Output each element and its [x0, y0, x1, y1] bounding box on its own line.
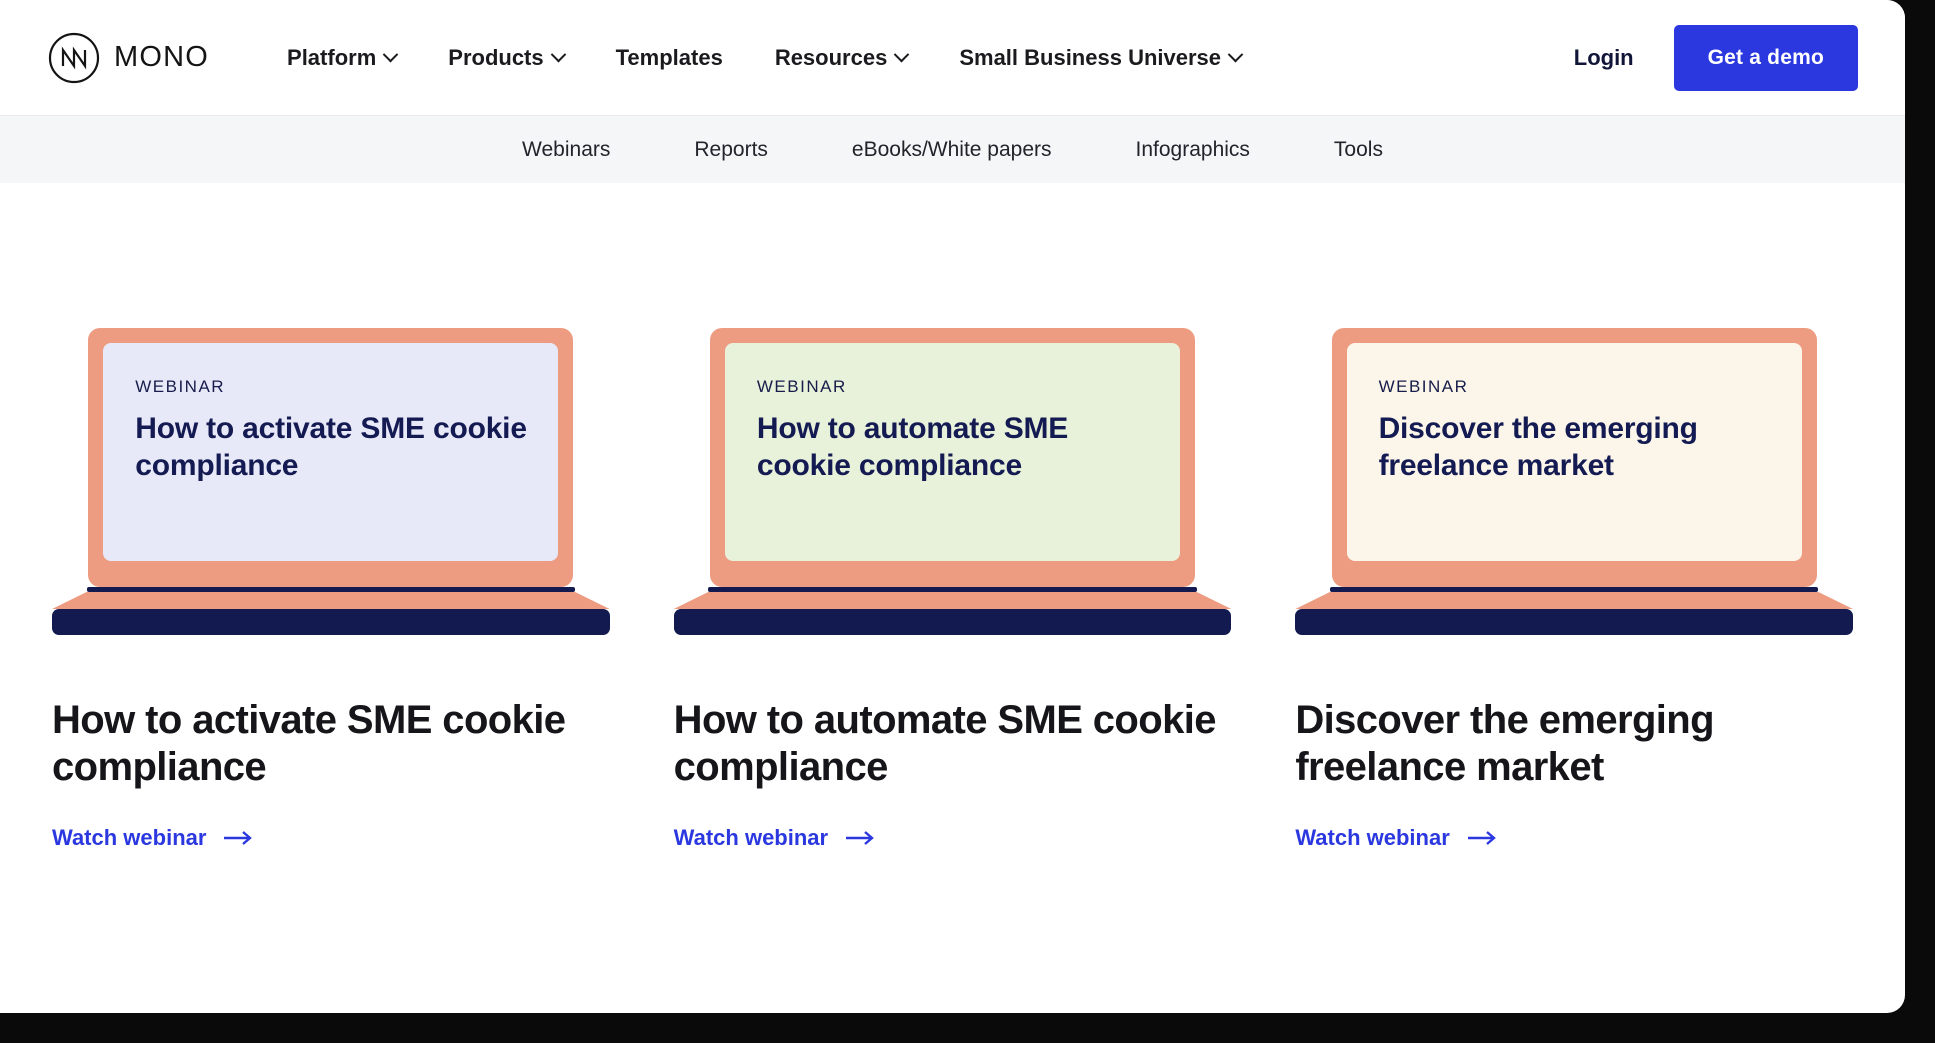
- webinar-card[interactable]: WEBINAR How to automate SME cookie compl…: [673, 235, 1232, 851]
- chevron-down-icon: [894, 46, 910, 63]
- subnav-item-reports[interactable]: Reports: [652, 138, 810, 162]
- resources-sub-navigation: Webinars Reports eBooks/White papers Inf…: [0, 115, 1905, 183]
- screen-kicker: WEBINAR: [1378, 377, 1469, 396]
- card-title: How to automate SME cookie compliance: [673, 698, 1217, 790]
- nav-item-label: Resources: [774, 44, 888, 70]
- laptop-illustration-icon: WEBINAR Discover the emerging freelance …: [1295, 328, 1853, 635]
- nav-item-small-business-universe[interactable]: Small Business Universe: [933, 45, 1267, 71]
- watch-webinar-link[interactable]: Watch webinar: [1295, 825, 1853, 851]
- arrow-right-icon: [846, 831, 874, 846]
- nav-item-products[interactable]: Products: [422, 45, 589, 71]
- screen-kicker: WEBINAR: [756, 377, 847, 396]
- laptop-deck: [1295, 592, 1853, 609]
- webinar-card[interactable]: WEBINAR Discover the emerging freelance …: [1295, 235, 1853, 851]
- nav-item-templates[interactable]: Templates: [590, 45, 749, 71]
- login-link[interactable]: Login: [1574, 45, 1674, 71]
- top-navigation-bar: MONO Platform Products Templates Resourc…: [0, 0, 1905, 115]
- screen-title: Discover the emerging freelance market: [1378, 412, 1698, 482]
- chevron-down-icon: [382, 46, 399, 63]
- webinar-card[interactable]: WEBINAR How to activate SME cookie compl…: [52, 235, 610, 851]
- chevron-down-icon: [1227, 46, 1244, 63]
- nav-item-label: Platform: [287, 44, 377, 70]
- subnav-item-tools[interactable]: Tools: [1292, 138, 1425, 162]
- screen-title: How to activate SME cookie compliance: [135, 412, 527, 482]
- subnav-item-infographics[interactable]: Infographics: [1094, 138, 1292, 162]
- screen-kicker: WEBINAR: [135, 377, 226, 396]
- brand-wordmark: MONO: [114, 41, 210, 73]
- watch-webinar-link[interactable]: Watch webinar: [52, 825, 610, 851]
- laptop-hinge: [1329, 587, 1819, 592]
- device-frame: MONO Platform Products Templates Resourc…: [0, 0, 1935, 1043]
- laptop-deck: [673, 592, 1232, 609]
- nav-item-resources[interactable]: Resources: [749, 45, 934, 71]
- nav-item-label: Small Business Universe: [959, 44, 1222, 70]
- card-title: How to activate SME cookie compliance: [52, 698, 566, 790]
- get-a-demo-button[interactable]: Get a demo: [1673, 24, 1858, 91]
- nav-item-label: Templates: [615, 44, 723, 70]
- arrow-right-icon: [224, 831, 253, 846]
- laptop-base: [52, 609, 610, 635]
- screen-title: How to automate SME cookie compliance: [756, 412, 1069, 482]
- watch-webinar-label: Watch webinar: [673, 825, 829, 851]
- laptop-illustration-icon: WEBINAR How to automate SME cookie compl…: [673, 328, 1232, 635]
- watch-webinar-label: Watch webinar: [1295, 825, 1450, 851]
- laptop-base: [1295, 609, 1853, 635]
- laptop-screen: WEBINAR How to automate SME cookie compl…: [724, 343, 1181, 561]
- chevron-down-icon: [550, 46, 566, 63]
- laptop-deck: [52, 592, 610, 609]
- card-illustration: WEBINAR How to automate SME cookie compl…: [673, 235, 1232, 635]
- laptop-lid: WEBINAR Discover the emerging freelance …: [1331, 328, 1817, 587]
- laptop-base: [673, 609, 1232, 635]
- webinar-card-grid: WEBINAR How to activate SME cookie compl…: [0, 183, 1905, 851]
- laptop-hinge: [708, 587, 1197, 592]
- nav-item-label: Products: [448, 44, 544, 70]
- mono-circle-logo-icon: [48, 32, 100, 84]
- laptop-screen: WEBINAR How to activate SME cookie compl…: [103, 343, 559, 561]
- watch-webinar-label: Watch webinar: [52, 825, 207, 851]
- subnav-item-ebooks-white-papers[interactable]: eBooks/White papers: [810, 138, 1094, 162]
- laptop-hinge: [86, 587, 576, 592]
- arrow-right-icon: [1467, 831, 1496, 846]
- subnav-item-webinars[interactable]: Webinars: [480, 138, 652, 162]
- primary-menu: Platform Products Templates Resources Sm…: [261, 45, 1267, 71]
- nav-item-platform[interactable]: Platform: [261, 45, 422, 71]
- laptop-illustration-icon: WEBINAR How to activate SME cookie compl…: [52, 328, 610, 635]
- laptop-lid: WEBINAR How to automate SME cookie compl…: [709, 328, 1196, 587]
- watch-webinar-link[interactable]: Watch webinar: [674, 825, 1232, 851]
- nav-actions: Login Get a demo: [1574, 0, 1858, 115]
- card-illustration: WEBINAR Discover the emerging freelance …: [1295, 235, 1853, 635]
- card-illustration: WEBINAR How to activate SME cookie compl…: [52, 235, 610, 635]
- laptop-screen: WEBINAR Discover the emerging freelance …: [1346, 343, 1802, 561]
- card-title: Discover the emerging freelance market: [1295, 698, 1714, 790]
- page-viewport: MONO Platform Products Templates Resourc…: [0, 0, 1905, 1013]
- laptop-lid: WEBINAR How to activate SME cookie compl…: [88, 328, 574, 587]
- brand-logo[interactable]: MONO: [48, 32, 209, 84]
